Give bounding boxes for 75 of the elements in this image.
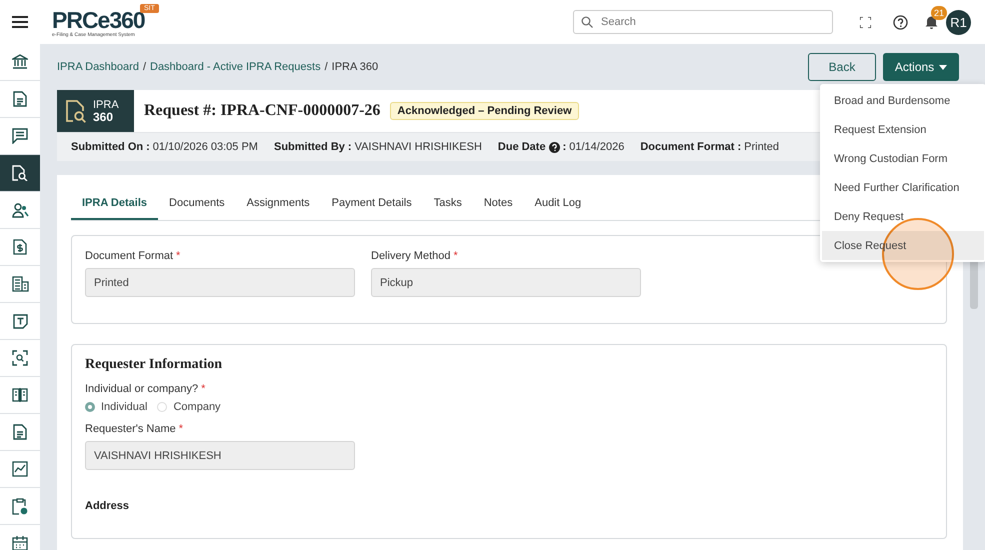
- bell-icon[interactable]: [925, 15, 938, 29]
- tab[interactable]: IPRA Details: [71, 189, 158, 220]
- menu-item[interactable]: Need Further Clarification: [822, 173, 984, 202]
- people-icon: [12, 202, 28, 218]
- summary-label: Document Format: [640, 141, 734, 153]
- scan-search-icon: [12, 350, 28, 366]
- back-button[interactable]: Back: [808, 53, 876, 81]
- tab[interactable]: Assignments: [236, 189, 321, 220]
- summary-value: VAISHNAVI HRISHIKESH: [354, 141, 482, 153]
- summary-value: Printed: [744, 141, 779, 153]
- summary-label: Submitted By: [274, 141, 345, 153]
- tab[interactable]: Tasks: [422, 189, 473, 220]
- document-icon: [13, 424, 27, 440]
- summary-value: 01/10/2026 03:05 PM: [152, 141, 258, 153]
- document-search-icon: [12, 165, 28, 181]
- section-heading: Address: [85, 500, 130, 512]
- breadcrumb-separator: /: [324, 61, 328, 73]
- search-field[interactable]: Search: [573, 10, 833, 34]
- field-label: Individual or company?: [85, 383, 198, 395]
- menu-item[interactable]: Broad and Burdensome: [822, 86, 984, 115]
- actions-button[interactable]: Actions: [883, 53, 959, 81]
- dollar-document-icon: [13, 239, 27, 255]
- tab[interactable]: Documents: [158, 189, 236, 220]
- breadcrumb-current: IPRA 360: [332, 61, 378, 73]
- notification-count: 21: [931, 6, 948, 20]
- field-label: Document Format: [85, 250, 174, 262]
- tab[interactable]: Audit Log: [524, 189, 592, 220]
- summary-label: Submitted On: [71, 141, 144, 153]
- badge-title: IPRA: [93, 99, 119, 111]
- menu-item[interactable]: Deny Request: [822, 202, 984, 231]
- input-field[interactable]: Printed: [85, 268, 355, 297]
- menu-item[interactable]: Request Extension: [822, 115, 984, 144]
- status-badge: Acknowledged – Pending Review: [390, 102, 579, 120]
- required-mark: *: [178, 423, 184, 435]
- document-search-icon: [65, 99, 87, 123]
- section-title: Requester Information: [85, 357, 224, 373]
- summary-separator: :: [562, 141, 566, 153]
- menu-item[interactable]: Wrong Custodian Form: [822, 144, 984, 173]
- request-title: Request #: IPRA-CNF-0000007-26: [144, 102, 380, 120]
- building-icon: [12, 276, 28, 292]
- breadcrumb-link[interactable]: Dashboard - Active IPRA Requests: [150, 61, 321, 73]
- fullscreen-icon[interactable]: [860, 16, 871, 28]
- required-mark: *: [176, 250, 180, 262]
- chat-icon: [12, 128, 28, 144]
- radio-option[interactable]: Company: [157, 401, 221, 413]
- help-icon: [548, 142, 560, 152]
- calendar-icon: [12, 535, 28, 550]
- breadcrumb-separator: /: [142, 61, 146, 73]
- caret-icon: [939, 64, 948, 70]
- bank-icon: [12, 54, 28, 70]
- text-note-icon: [12, 314, 28, 328]
- badge-number: 360: [93, 111, 114, 123]
- document-icon: [13, 91, 27, 107]
- summary-value: 01/14/2026: [569, 141, 624, 153]
- required-mark: *: [453, 250, 458, 262]
- breadcrumb-link[interactable]: IPRA Dashboard: [57, 61, 139, 73]
- line-chart-icon: [12, 461, 28, 477]
- tab[interactable]: Payment Details: [320, 189, 423, 220]
- field-label: Delivery Method: [371, 250, 450, 262]
- search-icon: [581, 16, 593, 28]
- summary-separator: :: [348, 141, 352, 153]
- input-field[interactable]: VAISHNAVI HRISHIKESH: [85, 441, 355, 470]
- summary-separator: :: [146, 141, 150, 153]
- summary-label: Due Date: [498, 141, 546, 153]
- help-icon[interactable]: [893, 14, 908, 30]
- input-field[interactable]: Pickup: [371, 268, 641, 297]
- required-mark: *: [201, 383, 206, 395]
- sidebar-item[interactable]: [0, 155, 40, 192]
- book-icon: [12, 387, 28, 403]
- user-avatar[interactable]: R1: [946, 10, 971, 34]
- clipboard-clock-icon: [12, 498, 28, 514]
- field-label: Requester's Name: [85, 423, 176, 435]
- summary-separator: :: [737, 141, 742, 153]
- tab[interactable]: Notes: [472, 189, 524, 220]
- radio-option[interactable]: Individual: [85, 401, 148, 413]
